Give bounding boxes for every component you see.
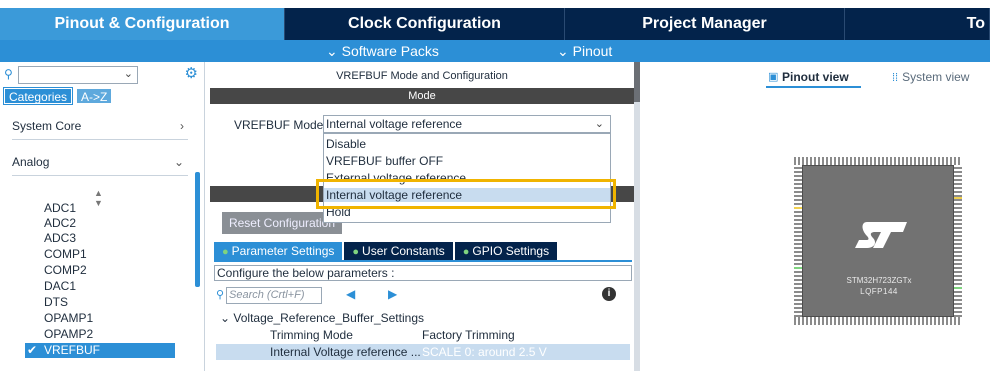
- software-packs-menu[interactable]: ⌄ Software Packs: [326, 40, 439, 62]
- peripheral-item[interactable]: ADC1: [44, 202, 76, 215]
- parameter-name: Trimming Mode: [270, 328, 353, 342]
- check-circle-icon: ●: [352, 246, 360, 258]
- tab-label: GPIO Settings: [472, 244, 550, 258]
- grid-icon: ⁞⁞: [892, 72, 899, 84]
- tab-label: User Constants: [362, 244, 445, 258]
- check-circle-icon: ●: [462, 246, 470, 258]
- st-logo-icon: [855, 222, 907, 248]
- tab-project-manager[interactable]: Project Manager: [565, 8, 845, 40]
- peripheral-item[interactable]: DTS: [44, 296, 68, 309]
- pin-marker: [954, 287, 962, 289]
- sort-icon[interactable]: ▲ ▼: [94, 188, 103, 208]
- tab-clock-configuration[interactable]: Clock Configuration: [285, 8, 565, 40]
- tab-tools[interactable]: To: [845, 8, 990, 40]
- chevron-down-icon: ⌄: [123, 68, 133, 80]
- peripheral-item[interactable]: ADC2: [44, 217, 76, 230]
- category-system-core[interactable]: System Core ›: [12, 112, 188, 140]
- mode-option[interactable]: VREFBUF buffer OFF: [326, 154, 443, 168]
- parameter-search-input[interactable]: Search (Crtl+F): [226, 287, 322, 304]
- mode-label: VREFBUF Mode: [234, 118, 324, 132]
- mode-dropdown-list: Disable VREFBUF buffer OFF External volt…: [323, 133, 611, 223]
- peripheral-item[interactable]: ADC3: [44, 232, 76, 245]
- panel-title: VREFBUF Mode and Configuration: [336, 70, 508, 82]
- chevron-down-icon: ⌄: [557, 43, 569, 59]
- tab-categories[interactable]: Categories: [2, 87, 74, 105]
- parameter-tabs: ● Parameter Settings ● User Constants ● GPI…: [214, 242, 559, 260]
- info-icon[interactable]: i: [602, 287, 616, 301]
- peripheral-item[interactable]: OPAMP2: [44, 328, 93, 341]
- chevron-right-icon: ›: [180, 119, 184, 133]
- parameter-group-label: Voltage_Reference_Buffer_Settings: [233, 311, 424, 325]
- tab-label: Pinout view: [782, 70, 849, 84]
- parameter-value: SCALE 0: around 2.5 V: [422, 345, 547, 359]
- software-packs-label: Software Packs: [341, 43, 439, 59]
- parameter-name: Internal Voltage reference ...: [270, 345, 421, 359]
- mode-configuration-panel: VREFBUF Mode and Configuration Mode VREF…: [210, 62, 634, 371]
- pinout-label: Pinout: [572, 43, 613, 59]
- category-tabs: Categories A->Z: [2, 87, 116, 105]
- left-scrollbar[interactable]: [195, 172, 200, 287]
- category-list: System Core › Analog ⌄: [12, 112, 188, 184]
- pin-marker: [794, 267, 802, 269]
- tab-parameter-settings[interactable]: ● Parameter Settings: [214, 242, 343, 260]
- pin-marker: [794, 207, 802, 209]
- pinout-view-panel: ▣ Pinout view ⁞⁞ System view STM32H723ZGT…: [640, 62, 990, 371]
- chevron-down-icon: ⌄: [594, 118, 604, 130]
- parameter-row[interactable]: Trimming Mode Factory Trimming: [216, 327, 630, 343]
- search-icon: ⚲: [216, 289, 225, 301]
- pin-marker: [954, 197, 962, 199]
- left-panel: ⚲ ⌄ ⚙ Categories A->Z System Core › Anal…: [0, 62, 205, 371]
- tab-label: System view: [902, 70, 970, 84]
- configure-instructions: Configure the below parameters :: [214, 265, 632, 281]
- tab-a-z[interactable]: A->Z: [76, 88, 113, 104]
- category-label: System Core: [12, 119, 82, 133]
- peripheral-item[interactable]: COMP2: [44, 264, 87, 277]
- category-label: Analog: [12, 155, 50, 169]
- next-match-icon[interactable]: ▶: [388, 287, 397, 301]
- sub-menu-bar: ⌄ Software Packs ⌄ Pinout: [0, 40, 990, 62]
- category-analog[interactable]: Analog ⌄: [12, 148, 188, 176]
- chevron-down-icon: ⌄: [173, 155, 184, 169]
- gear-icon[interactable]: ⚙: [185, 66, 198, 82]
- tab-underline: [214, 260, 632, 262]
- chip-part-number: STM32H723ZGTx: [846, 276, 912, 285]
- mode-select[interactable]: Internal voltage reference ⌄: [323, 115, 611, 133]
- category-search-input[interactable]: ⌄: [18, 66, 138, 84]
- chip-package: LQFP144: [860, 287, 898, 296]
- chevron-down-icon: ⌄: [220, 311, 231, 325]
- previous-match-icon[interactable]: ◀: [346, 287, 355, 301]
- peripheral-item[interactable]: COMP1: [44, 248, 87, 261]
- parameter-value: Factory Trimming: [422, 328, 515, 342]
- parameter-group[interactable]: ⌄ Voltage_Reference_Buffer_Settings: [220, 311, 424, 325]
- peripheral-label: VREFBUF: [44, 343, 101, 357]
- peripheral-item-selected[interactable]: ✔ VREFBUF: [25, 343, 175, 358]
- tab-user-constants[interactable]: ● User Constants: [344, 242, 453, 260]
- tab-system-view[interactable]: ⁞⁞ System view: [892, 70, 969, 84]
- chevron-down-icon: ⌄: [326, 43, 338, 59]
- search-icon: ⚲: [4, 67, 13, 81]
- pinout-menu[interactable]: ⌄ Pinout: [557, 40, 612, 62]
- peripheral-item[interactable]: DAC1: [44, 280, 76, 293]
- tab-pinout-configuration[interactable]: Pinout & Configuration: [0, 8, 285, 40]
- chip-body: STM32H723ZGTx LQFP144: [802, 165, 954, 317]
- mode-select-value: Internal voltage reference: [326, 117, 463, 131]
- peripheral-item[interactable]: OPAMP1: [44, 312, 93, 325]
- highlight-box: [316, 179, 616, 209]
- mcu-chip[interactable]: STM32H723ZGTx LQFP144: [794, 157, 962, 325]
- parameter-search-row: ⚲ Search (Crtl+F) ◀ ▶ i: [216, 287, 630, 305]
- mode-option[interactable]: Disable: [326, 137, 366, 151]
- check-circle-icon: ✔: [27, 343, 38, 357]
- chip-icon: ▣: [768, 71, 779, 83]
- main-tab-bar: Pinout & Configuration Clock Configurati…: [0, 8, 990, 40]
- tab-label: Parameter Settings: [231, 244, 335, 258]
- tab-gpio-settings[interactable]: ● GPIO Settings: [454, 242, 558, 260]
- category-search-row: ⚲ ⌄ ⚙: [4, 66, 200, 84]
- parameter-row-selected[interactable]: Internal Voltage reference ... SCALE 0: …: [216, 344, 630, 360]
- check-circle-icon: ●: [222, 246, 229, 258]
- tab-pinout-view[interactable]: ▣ Pinout view: [766, 70, 861, 88]
- mode-header: Mode: [210, 88, 634, 104]
